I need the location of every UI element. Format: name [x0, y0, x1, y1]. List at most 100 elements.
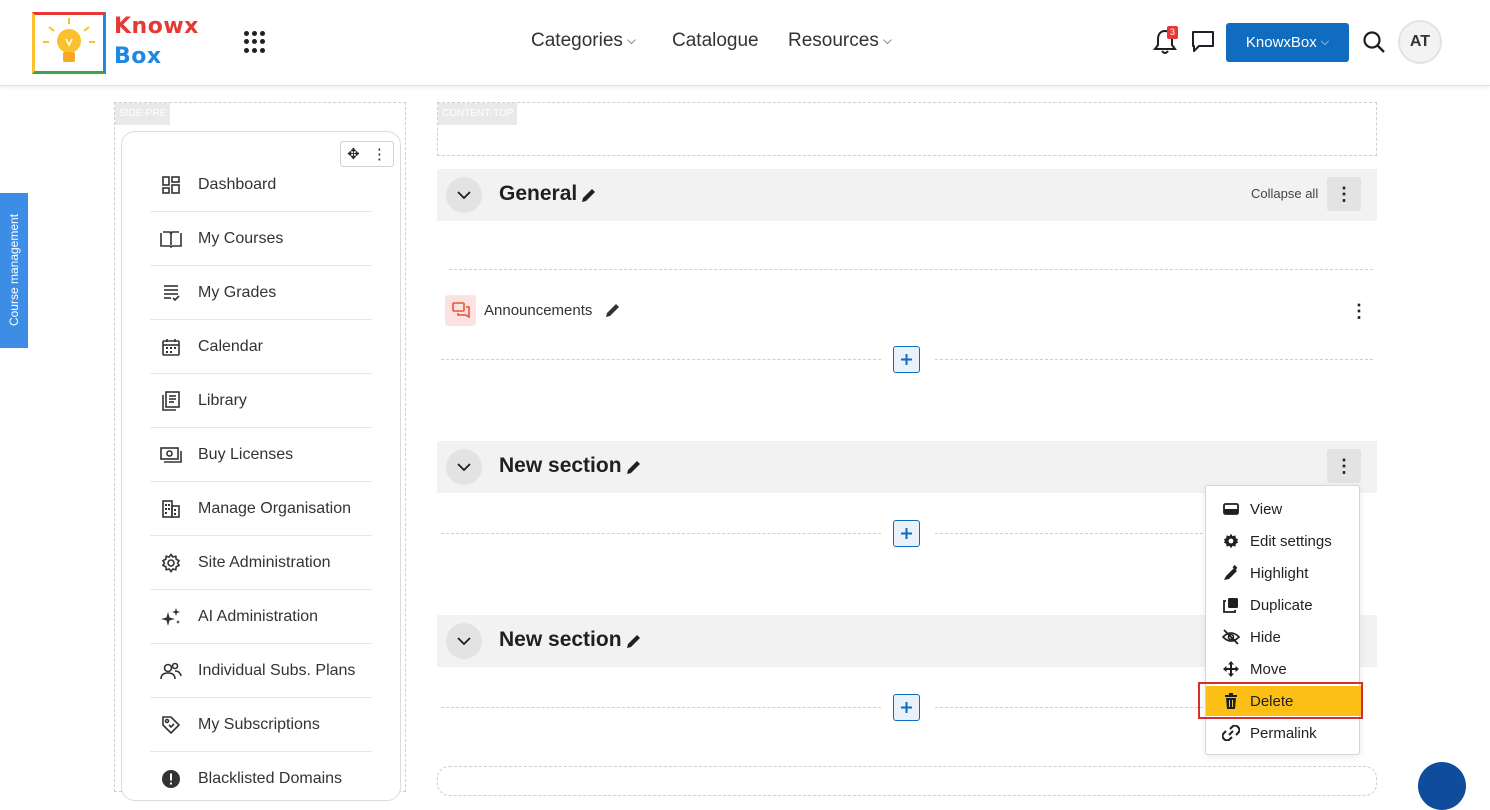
- user-avatar[interactable]: AT: [1398, 20, 1442, 64]
- sidebar-item-library[interactable]: Library: [150, 374, 372, 428]
- sidebar-item-ai-administration[interactable]: AI Administration: [150, 590, 372, 644]
- nav-catalogue-label: Catalogue: [672, 30, 759, 51]
- sidebar-item-label: My Grades: [198, 283, 277, 301]
- section-title[interactable]: New section: [499, 628, 622, 652]
- logo-text-box: Box: [114, 44, 162, 69]
- tag-icon: [160, 714, 182, 736]
- money-icon: [160, 444, 182, 466]
- sidebar-item-label: Library: [198, 391, 247, 409]
- side-pre-region: SIDE-PRE ✥ ⋮ Dashboard My Courses My Gra…: [114, 102, 406, 801]
- menu-item-hide[interactable]: Hide: [1206, 622, 1361, 652]
- sidebar-item-site-administration[interactable]: Site Administration: [150, 536, 372, 590]
- sidebar-item-manage-organisation[interactable]: Manage Organisation: [150, 482, 372, 536]
- kebab-menu-icon: ⋮: [1335, 183, 1353, 204]
- sidebar-item-blacklisted-domains[interactable]: Blacklisted Domains: [150, 752, 372, 806]
- sidebar-item-calendar[interactable]: Calendar: [150, 320, 372, 374]
- help-button[interactable]: [1418, 762, 1466, 810]
- sidebar-item-my-grades[interactable]: My Grades: [150, 266, 372, 320]
- add-content-button[interactable]: [893, 694, 920, 721]
- org-switcher-button[interactable]: KnowxBox ⌵: [1226, 23, 1349, 62]
- notification-count-badge: 3: [1167, 26, 1178, 39]
- add-section-area: [437, 766, 1377, 796]
- chevron-down-icon: [457, 191, 471, 200]
- notifications-button[interactable]: 3: [1152, 26, 1180, 56]
- collapse-all-link[interactable]: Collapse all: [1251, 186, 1318, 201]
- nav-categories[interactable]: Categories ⌵: [531, 30, 636, 52]
- sidebar-item-dashboard[interactable]: Dashboard: [150, 158, 372, 212]
- menu-item-move[interactable]: Move: [1206, 654, 1361, 684]
- section-collapse-toggle[interactable]: [446, 623, 482, 659]
- search-button[interactable]: [1362, 30, 1390, 58]
- add-content-button[interactable]: [893, 346, 920, 373]
- kebab-menu-icon[interactable]: ⋮: [1349, 301, 1369, 321]
- pencil-icon[interactable]: [604, 301, 622, 319]
- menu-item-duplicate[interactable]: Duplicate: [1206, 590, 1361, 620]
- divider: [441, 707, 881, 708]
- course-management-drawer-toggle[interactable]: Course management: [0, 193, 28, 348]
- eye-slash-icon: [1222, 628, 1240, 646]
- nav-resources[interactable]: Resources ⌵: [788, 30, 892, 52]
- menu-item-highlight[interactable]: Highlight: [1206, 558, 1361, 588]
- delete-highlight-outline: [1198, 682, 1363, 719]
- apps-grid-icon[interactable]: [243, 30, 267, 54]
- chevron-down-icon: ⌵: [1320, 36, 1330, 48]
- section-header-general: General Collapse all ⋮: [437, 169, 1377, 221]
- gear-icon: [1222, 532, 1240, 550]
- library-icon: [160, 390, 182, 412]
- kebab-menu-icon[interactable]: ⋮: [372, 145, 387, 163]
- menu-item-permalink[interactable]: Permalink: [1206, 718, 1361, 748]
- grades-icon: [160, 282, 182, 304]
- divider: [935, 533, 1203, 534]
- activity-name[interactable]: Announcements: [484, 302, 592, 319]
- menu-item-label: View: [1250, 500, 1283, 518]
- forum-icon[interactable]: [445, 294, 476, 326]
- sidebar-item-my-subscriptions[interactable]: My Subscriptions: [150, 698, 372, 752]
- nav-categories-label: Categories: [531, 30, 623, 51]
- menu-item-label: Highlight: [1250, 564, 1309, 582]
- chevron-down-icon: [457, 637, 471, 646]
- section-collapse-toggle[interactable]: [446, 177, 482, 213]
- menu-item-label: Duplicate: [1250, 596, 1313, 614]
- section-actions-button[interactable]: ⋮: [1327, 449, 1361, 483]
- menu-item-label: Move: [1250, 660, 1287, 678]
- section-collapse-toggle[interactable]: [446, 449, 482, 485]
- alert-icon: [160, 768, 182, 790]
- menu-item-view[interactable]: View: [1206, 494, 1361, 524]
- users-icon: [160, 660, 182, 682]
- site-logo[interactable]: Knowx Box: [32, 12, 204, 76]
- sidebar-item-label: Individual Subs. Plans: [198, 661, 356, 679]
- book-icon: [160, 228, 182, 250]
- move-icon: [1222, 660, 1240, 678]
- nav-catalogue[interactable]: Catalogue: [672, 30, 759, 52]
- sidebar-item-label: Site Administration: [198, 553, 331, 571]
- sidebar-item-label: Calendar: [198, 337, 263, 355]
- dashboard-icon: [160, 174, 182, 196]
- region-label: SIDE-PRE: [115, 103, 171, 125]
- messages-button[interactable]: [1190, 28, 1218, 56]
- sidebar-item-label: Blacklisted Domains: [198, 770, 343, 787]
- sidebar-item-my-courses[interactable]: My Courses: [150, 212, 372, 266]
- add-content-button[interactable]: [893, 520, 920, 547]
- chevron-down-icon: ⌵: [882, 33, 892, 47]
- divider: [935, 707, 1203, 708]
- building-icon: [160, 498, 182, 520]
- pencil-icon[interactable]: [625, 632, 643, 650]
- section-actions-button[interactable]: ⋮: [1327, 177, 1361, 211]
- sidebar-item-buy-licenses[interactable]: Buy Licenses: [150, 428, 372, 482]
- sidebar-item-label: Dashboard: [198, 175, 277, 193]
- divider: [441, 533, 881, 534]
- view-icon: [1222, 500, 1240, 518]
- calendar-icon: [160, 336, 182, 358]
- divider: [441, 359, 881, 360]
- pencil-icon[interactable]: [625, 458, 643, 476]
- logo-text-knowx: Knowx: [114, 14, 199, 39]
- search-icon: [1363, 31, 1385, 53]
- section-title[interactable]: General: [499, 182, 577, 206]
- pencil-icon[interactable]: [580, 186, 598, 204]
- region-label: CONTENT-TOP: [438, 103, 518, 125]
- sidebar-item-label: My Courses: [198, 229, 284, 247]
- section-title[interactable]: New section: [499, 454, 622, 478]
- sidebar-item-individual-subs-plans[interactable]: Individual Subs. Plans: [150, 644, 372, 698]
- menu-item-edit-settings[interactable]: Edit settings: [1206, 526, 1361, 556]
- chat-icon: [1192, 31, 1214, 52]
